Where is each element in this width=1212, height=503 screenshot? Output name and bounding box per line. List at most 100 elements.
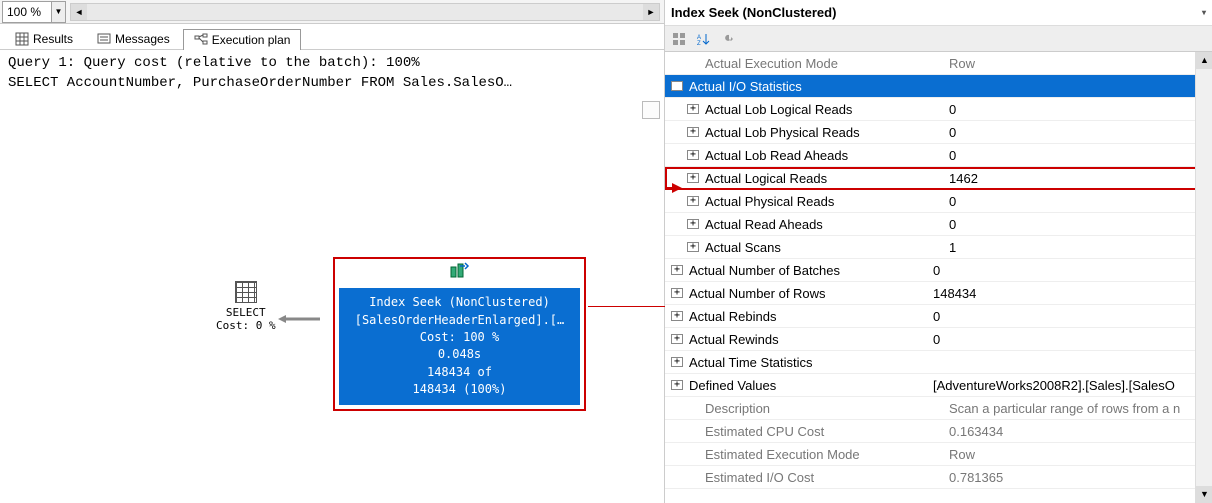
tab-results-label: Results xyxy=(33,32,73,46)
property-value: Row xyxy=(941,447,1212,462)
property-name: Defined Values xyxy=(687,378,925,393)
property-value: 0.781365 xyxy=(941,470,1212,485)
zoom-dropdown-icon[interactable]: ▼ xyxy=(51,2,65,22)
scroll-left-icon[interactable]: ◄ xyxy=(71,4,87,20)
property-value: [AdventureWorks2008R2].[Sales].[SalesO xyxy=(925,378,1212,393)
expand-icon[interactable]: + xyxy=(671,311,683,321)
tab-messages-label: Messages xyxy=(115,32,170,46)
property-row[interactable]: +Actual Read Aheads0 xyxy=(665,213,1212,236)
property-row[interactable]: +Actual Number of Batches0 xyxy=(665,259,1212,282)
tab-execution-plan[interactable]: Execution plan xyxy=(183,29,302,50)
property-row[interactable]: + Defined Values[AdventureWorks2008R2].[S… xyxy=(665,374,1212,397)
seek-cost: Cost: 100 % xyxy=(343,329,576,346)
svg-text:Z: Z xyxy=(697,41,701,46)
horizontal-scrollbar[interactable]: ◄ ► xyxy=(70,3,660,21)
annotation-arrow-extension xyxy=(665,187,675,189)
vertical-scrollbar[interactable]: ▲ ▼ xyxy=(1195,52,1212,503)
property-name: Actual Number of Rows xyxy=(687,286,925,301)
property-row[interactable]: DescriptionScan a particular range of ro… xyxy=(665,397,1212,420)
expand-icon[interactable]: + xyxy=(687,219,699,229)
property-value: 0 xyxy=(941,125,1212,140)
select-cost: Cost: 0 % xyxy=(216,319,276,332)
property-value: 0.163434 xyxy=(941,424,1212,439)
zoom-toolbar: ▼ ◄ ► xyxy=(0,0,664,24)
seek-time: 0.048s xyxy=(343,346,576,363)
property-name: Actual Time Statistics xyxy=(687,355,925,370)
property-row[interactable]: +Actual Lob Physical Reads0 xyxy=(665,121,1212,144)
results-tabstrip: Results Messages Execution plan xyxy=(0,24,664,50)
properties-dropdown-icon[interactable]: ▾ xyxy=(1202,8,1206,17)
expand-icon[interactable]: + xyxy=(671,380,683,390)
property-row[interactable]: Estimated Execution ModeRow xyxy=(665,443,1212,466)
property-name: Actual Execution Mode xyxy=(703,56,941,71)
property-value: 0 xyxy=(941,148,1212,163)
collapse-icon[interactable]: − xyxy=(671,81,683,91)
select-operator[interactable]: SELECT Cost: 0 % xyxy=(216,281,276,332)
property-row[interactable]: + Actual Time Statistics xyxy=(665,351,1212,374)
property-row[interactable]: +Actual Lob Logical Reads0 xyxy=(665,98,1212,121)
zoom-combo[interactable]: ▼ xyxy=(2,1,66,23)
expand-icon[interactable]: + xyxy=(671,288,683,298)
plan-canvas[interactable]: SELECT Cost: 0 % Index Seek (NonClustere… xyxy=(0,97,664,503)
expand-icon[interactable]: + xyxy=(687,150,699,160)
property-row[interactable]: + Actual Scans1 xyxy=(665,236,1212,259)
properties-title-bar: Index Seek (NonClustered) ▾ xyxy=(665,0,1212,26)
zoom-input[interactable] xyxy=(3,4,51,20)
tab-messages[interactable]: Messages xyxy=(86,28,181,49)
expand-icon[interactable]: + xyxy=(687,127,699,137)
property-name: Estimated I/O Cost xyxy=(703,470,941,485)
expand-icon[interactable]: + xyxy=(687,242,699,252)
execution-plan-pane: ▼ ◄ ► Results Messages xyxy=(0,0,665,503)
scroll-up-icon[interactable]: ▲ xyxy=(1196,52,1212,69)
properties-wrench-icon[interactable] xyxy=(717,29,737,49)
categorized-button[interactable] xyxy=(669,29,689,49)
canvas-handle-icon xyxy=(642,101,660,119)
expand-icon[interactable]: + xyxy=(671,265,683,275)
property-row[interactable]: Actual Execution ModeRow xyxy=(665,52,1212,75)
property-name: Actual Scans xyxy=(703,240,941,255)
expand-icon[interactable]: + xyxy=(687,196,699,206)
property-row[interactable]: +Actual Rebinds0 xyxy=(665,305,1212,328)
index-seek-operator[interactable]: Index Seek (NonClustered) [SalesOrderHea… xyxy=(333,257,586,410)
expand-icon[interactable]: + xyxy=(687,104,699,114)
expand-icon[interactable]: + xyxy=(671,334,683,344)
property-row[interactable]: −Actual I/O Statistics xyxy=(665,75,1212,98)
property-row[interactable]: Estimated CPU Cost0.163434 xyxy=(665,420,1212,443)
property-name: Actual Rebinds xyxy=(687,309,925,324)
property-name: Actual Logical Reads xyxy=(703,171,941,186)
property-name: Actual Physical Reads xyxy=(703,194,941,209)
property-name: Actual Lob Logical Reads xyxy=(703,102,941,117)
seek-object: [SalesOrderHeaderEnlarged].[… xyxy=(343,312,576,329)
property-name: Actual I/O Statistics xyxy=(687,79,1212,94)
seek-rows-of: 148434 of xyxy=(343,364,576,381)
seek-rows-total: 148434 (100%) xyxy=(343,381,576,398)
property-row[interactable]: + Actual Logical Reads1462 xyxy=(665,167,1212,190)
grid-icon xyxy=(15,32,29,46)
annotation-arrow xyxy=(588,306,665,307)
scroll-down-icon[interactable]: ▼ xyxy=(1196,486,1212,503)
property-row[interactable]: Estimated I/O Cost0.781365 xyxy=(665,466,1212,489)
query-header: Query 1: Query cost (relative to the bat… xyxy=(0,50,664,97)
property-value: 148434 xyxy=(925,286,1212,301)
select-grid-icon xyxy=(235,281,257,303)
property-row[interactable]: + Actual Number of Rows148434 xyxy=(665,282,1212,305)
tab-results[interactable]: Results xyxy=(4,28,84,49)
properties-pane: Index Seek (NonClustered) ▾ AZ Actual Ex… xyxy=(665,0,1212,503)
properties-toolbar: AZ xyxy=(665,26,1212,52)
property-name: Actual Lob Read Aheads xyxy=(703,148,941,163)
expand-icon[interactable]: + xyxy=(671,357,683,367)
property-row[interactable]: +Actual Rewinds0 xyxy=(665,328,1212,351)
property-value: 1462 xyxy=(941,171,1212,186)
tab-execplan-label: Execution plan xyxy=(212,33,291,47)
seek-title: Index Seek (NonClustered) xyxy=(343,294,576,311)
expand-icon[interactable]: + xyxy=(687,173,699,183)
property-row[interactable]: + Actual Lob Read Aheads0 xyxy=(665,144,1212,167)
property-row[interactable]: + Actual Physical Reads0 xyxy=(665,190,1212,213)
property-value: 0 xyxy=(941,194,1212,209)
property-value: 1 xyxy=(941,240,1212,255)
properties-grid[interactable]: Actual Execution ModeRow−Actual I/O Stat… xyxy=(665,52,1212,503)
property-name: Estimated Execution Mode xyxy=(703,447,941,462)
property-value: 0 xyxy=(925,263,1212,278)
alphabetical-button[interactable]: AZ xyxy=(693,29,713,49)
scroll-right-icon[interactable]: ► xyxy=(643,4,659,20)
